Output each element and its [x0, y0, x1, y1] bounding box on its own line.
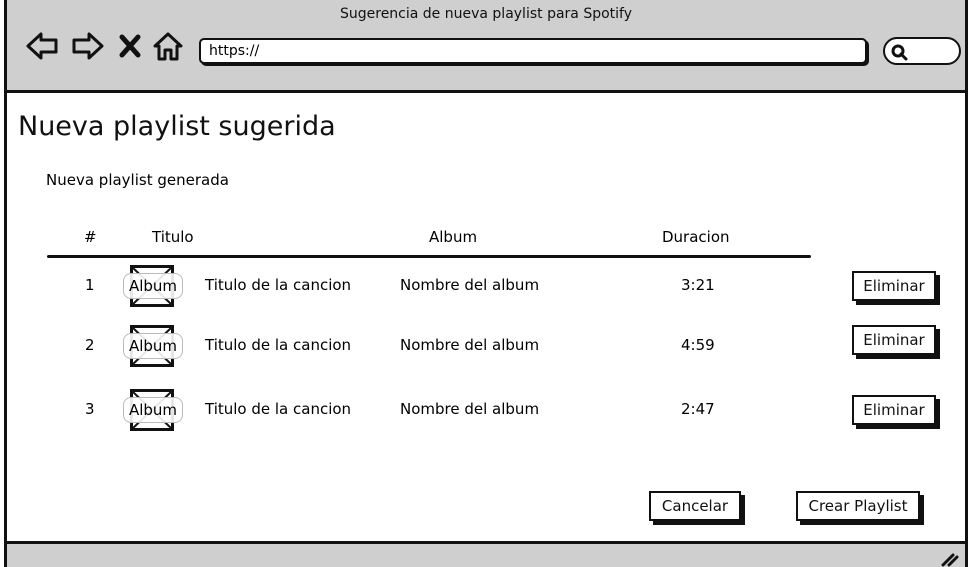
page-content: Nueva playlist sugerida Nueva playlist g… [4, 93, 968, 541]
close-x-icon[interactable] [117, 30, 143, 62]
album-thumbnail-label: Album [123, 333, 183, 359]
delete-button[interactable]: Eliminar [852, 395, 936, 425]
album-thumbnail-label: Album [123, 273, 183, 299]
url-input[interactable]: https:// [199, 38, 867, 64]
row-number: 2 [85, 336, 95, 354]
column-header-number: # [84, 228, 97, 246]
create-playlist-button[interactable]: Crear Playlist [796, 491, 920, 521]
song-duration: 3:21 [681, 276, 715, 294]
search-field[interactable] [883, 37, 961, 65]
forward-arrow-icon[interactable] [71, 30, 105, 62]
window-title: Sugerencia de nueva playlist para Spotif… [339, 6, 633, 22]
row-number: 3 [85, 400, 95, 418]
column-header-album: Album [429, 228, 478, 246]
album-thumbnail-label: Album [123, 397, 183, 423]
home-icon[interactable] [151, 30, 185, 62]
row-number: 1 [85, 276, 95, 294]
album-name: Nombre del album [400, 400, 540, 418]
song-duration: 2:47 [681, 400, 715, 418]
table-row: 3 Album Titulo de la cancion Nombre del … [7, 387, 965, 437]
album-name: Nombre del album [400, 276, 540, 294]
table-row: 2 Album Titulo de la cancion Nombre del … [7, 323, 965, 373]
cancel-button[interactable]: Cancelar [649, 491, 741, 521]
search-icon [891, 44, 908, 61]
song-duration: 4:59 [681, 336, 715, 354]
page-subtitle: Nueva playlist generada [46, 171, 229, 189]
browser-toolbar: Sugerencia de nueva playlist para Spotif… [4, 0, 968, 93]
delete-button[interactable]: Eliminar [852, 271, 936, 301]
header-divider [47, 255, 811, 258]
column-header-duration: Duracion [662, 228, 730, 246]
song-title: Titulo de la cancion [205, 276, 352, 294]
song-title: Titulo de la cancion [205, 400, 352, 418]
status-bar [4, 541, 968, 567]
table-row: 1 Album Titulo de la cancion Nombre del … [7, 263, 965, 313]
browser-window: Sugerencia de nueva playlist para Spotif… [0, 0, 970, 567]
resize-grip-icon[interactable] [939, 547, 959, 567]
delete-button[interactable]: Eliminar [852, 325, 936, 355]
page-title: Nueva playlist sugerida [18, 111, 336, 142]
column-header-title: Titulo [152, 228, 194, 246]
album-name: Nombre del album [400, 336, 540, 354]
back-arrow-icon[interactable] [25, 30, 59, 62]
song-title: Titulo de la cancion [205, 336, 352, 354]
